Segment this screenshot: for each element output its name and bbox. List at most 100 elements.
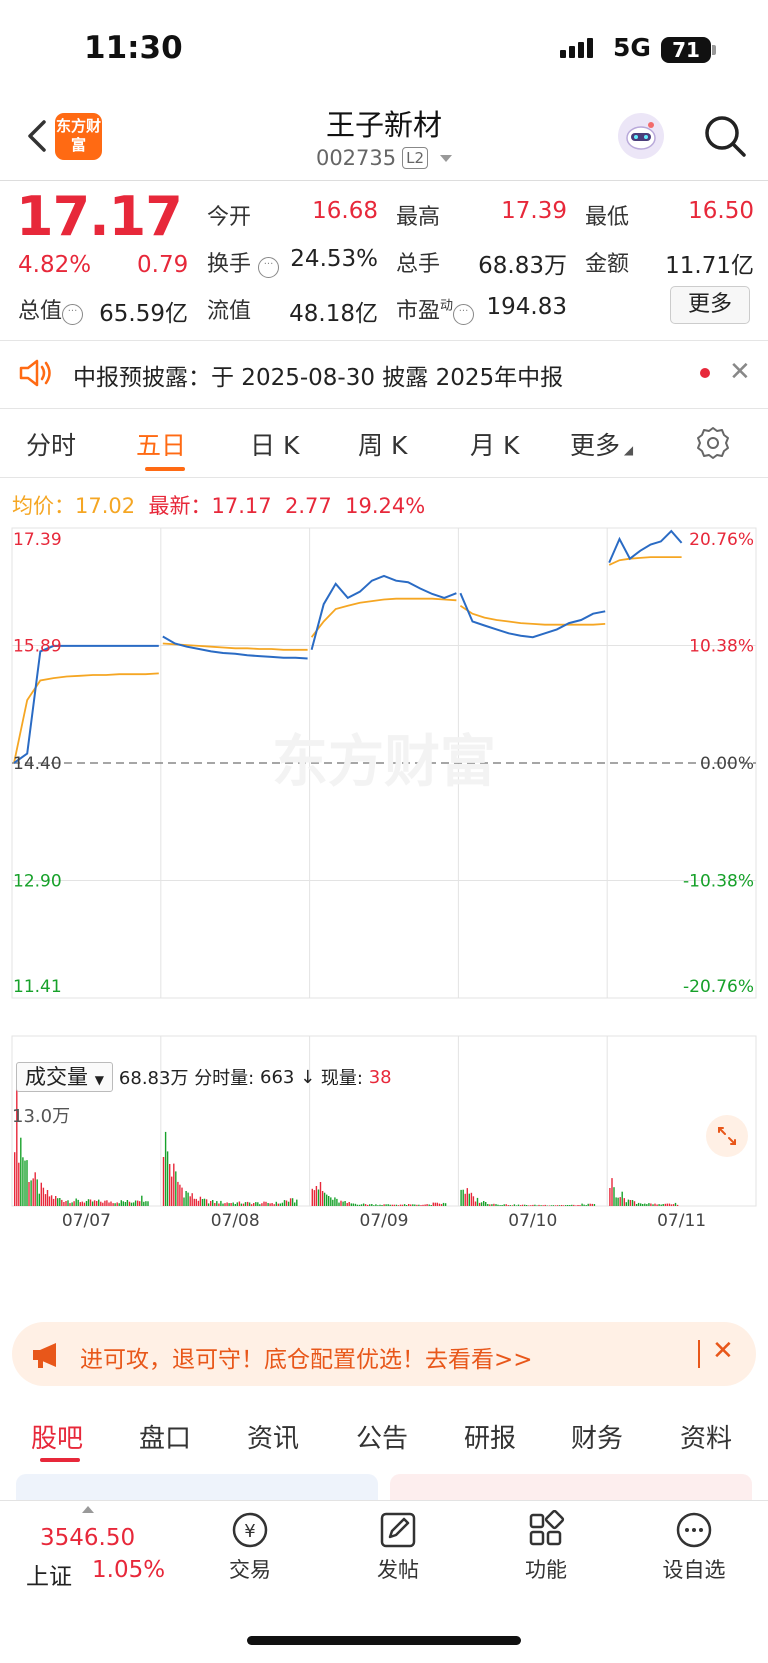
expand-icon[interactable]: [705, 1114, 749, 1158]
close-icon[interactable]: ✕: [729, 357, 751, 387]
volume-bar: [426, 1204, 428, 1206]
caret-down-icon: [440, 154, 453, 162]
nav-trade[interactable]: ¥ 交易: [195, 1510, 305, 1584]
tab-research[interactable]: 研报: [464, 1418, 516, 1455]
tab-more[interactable]: 更多 ◢: [570, 426, 633, 462]
volume-bar: [16, 1081, 18, 1206]
assistant-robot-icon[interactable]: [618, 113, 664, 159]
volume-bar: [22, 1157, 24, 1206]
volume-bar: [104, 1200, 106, 1206]
volume-bar: [350, 1203, 352, 1206]
volume-bar: [87, 1199, 90, 1206]
grid-icon: [529, 1510, 565, 1546]
volume-bar: [589, 1203, 591, 1206]
volume-bar: [141, 1195, 143, 1206]
info-icon[interactable]: ···: [453, 304, 475, 325]
volume-bar: [281, 1202, 284, 1206]
index-value[interactable]: 3546.50: [40, 1525, 135, 1551]
banner-close-icon[interactable]: ✕: [712, 1336, 734, 1366]
volume-bar: [530, 1205, 532, 1206]
tab-weekly-k[interactable]: 周 K: [358, 426, 407, 462]
avg-value: 17.02: [75, 494, 136, 518]
volume-bar: [164, 1131, 167, 1206]
volume-bar: [271, 1203, 273, 1206]
volume-bar: [609, 1188, 611, 1206]
volume-bar: [38, 1193, 40, 1206]
volume-bar: [238, 1201, 241, 1206]
volume-bar: [674, 1202, 677, 1206]
y-pct-tick: 20.76%: [689, 530, 754, 550]
caret-up-icon: [82, 1506, 94, 1513]
five-day-chart[interactable]: 东方财富 17.39 20.76% 15.89 10.38% 14.40 0.00% 12.…: [0, 520, 768, 1290]
volume-bar: [548, 1205, 550, 1206]
volume-bar: [263, 1201, 265, 1206]
volume-bar: [385, 1204, 387, 1206]
index-name[interactable]: 上证: [26, 1557, 72, 1591]
volume-bar: [405, 1205, 408, 1206]
volume-bar: [195, 1198, 197, 1206]
nav-add-watchlist[interactable]: 设自选: [639, 1510, 749, 1584]
volume-bar: [313, 1190, 316, 1206]
volume-bar: [277, 1203, 279, 1206]
tab-monthly-k[interactable]: 月 K: [470, 426, 519, 462]
volume-bar: [354, 1203, 357, 1206]
y-price-tick: 17.39: [13, 530, 62, 550]
volume-bar: [432, 1202, 434, 1206]
price-line-07/09: [310, 574, 457, 651]
volume-bar: [511, 1205, 514, 1206]
volume-bar: [562, 1205, 565, 1206]
volume-bar: [330, 1197, 332, 1206]
tab-news[interactable]: 资讯: [247, 1418, 299, 1455]
volume-bar: [91, 1201, 94, 1206]
notice-text[interactable]: 中报预披露：于 2025-08-30 披露 2025年中报: [73, 358, 563, 392]
volume-bar: [613, 1187, 615, 1206]
low-value: 16.50: [688, 198, 754, 224]
volume-bar: [352, 1203, 354, 1206]
volume-bar: [410, 1204, 412, 1206]
tab-profile[interactable]: 资料: [680, 1418, 732, 1455]
tab-more-label: 更多: [570, 431, 621, 460]
nav-post[interactable]: 发帖: [343, 1510, 453, 1584]
banner-text[interactable]: 进可攻，退可守！底仓配置优选！去看看>>: [80, 1340, 533, 1374]
tab-announcements[interactable]: 公告: [356, 1418, 408, 1455]
volume-bar: [26, 1160, 28, 1206]
volume-bar: [375, 1204, 377, 1206]
volume-bar: [369, 1204, 371, 1206]
volume-bar: [664, 1203, 666, 1206]
tab-five-day[interactable]: 五日: [136, 426, 186, 462]
tab-intraday[interactable]: 分时: [26, 426, 76, 462]
volume-bar: [571, 1204, 573, 1206]
info-icon[interactable]: ···: [258, 257, 280, 278]
info-icon[interactable]: ···: [62, 304, 84, 325]
tab-forum[interactable]: 股吧: [31, 1418, 83, 1455]
volume-bar: [296, 1199, 298, 1206]
volume-bar: [344, 1201, 346, 1206]
volume-bar: [210, 1201, 212, 1206]
volume-bar: [218, 1203, 220, 1206]
volume-bar: [216, 1201, 218, 1206]
more-button[interactable]: 更多: [670, 286, 750, 324]
tab-financials[interactable]: 财务: [571, 1418, 623, 1455]
volume-bar: [377, 1205, 379, 1206]
volume-bar: [505, 1204, 507, 1206]
nav-functions[interactable]: 功能: [491, 1510, 601, 1584]
speaker-icon: [19, 359, 51, 387]
volume-bar: [203, 1198, 206, 1206]
tab-daily-k[interactable]: 日 K: [250, 426, 299, 462]
volume-bar: [273, 1204, 275, 1206]
settings-gear-icon[interactable]: [696, 426, 730, 460]
y-price-tick: 12.90: [13, 872, 62, 892]
volume-bar: [34, 1172, 36, 1206]
volume-bar: [395, 1204, 398, 1206]
volume-bar: [291, 1198, 294, 1206]
latest-label: 最新：: [148, 494, 212, 518]
volume-bar: [63, 1202, 65, 1206]
volume-bar: [205, 1199, 208, 1206]
search-icon[interactable]: [702, 113, 748, 159]
nav-post-label: 发帖: [377, 1558, 419, 1582]
tab-orderbook[interactable]: 盘口: [139, 1418, 191, 1455]
volume-indicator-select[interactable]: 成交量 ▼: [16, 1062, 113, 1092]
volume-bar: [556, 1205, 559, 1206]
y-price-tick: 15.89: [13, 637, 62, 657]
index-change[interactable]: 1.05%: [92, 1557, 165, 1583]
